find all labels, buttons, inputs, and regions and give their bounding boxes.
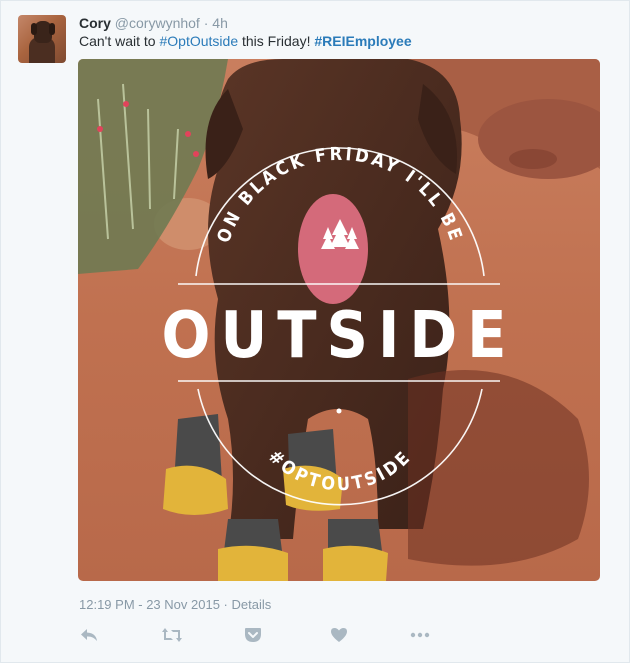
pocket-icon bbox=[245, 628, 261, 642]
avatar-dog-ear bbox=[49, 23, 55, 35]
tweet-photo[interactable]: ON BLACK FRIDAY I'LL BE OUTSIDE #OPTOUTS… bbox=[78, 59, 600, 581]
heart-icon bbox=[331, 628, 347, 642]
more-icon bbox=[410, 632, 430, 638]
tweet-timestamp[interactable]: 4h bbox=[212, 15, 228, 31]
boot bbox=[218, 545, 288, 581]
header-separator: · bbox=[203, 15, 209, 31]
author-fullname[interactable]: Cory bbox=[79, 15, 111, 31]
like-button[interactable] bbox=[329, 625, 353, 649]
badge-dot bbox=[336, 408, 342, 414]
retweet-button[interactable] bbox=[161, 625, 185, 649]
reply-icon bbox=[81, 629, 97, 641]
avatar-dog-ear bbox=[31, 23, 37, 35]
details-link[interactable]: Details bbox=[232, 597, 272, 612]
meta-separator: · bbox=[223, 597, 228, 612]
author-username[interactable]: @corywynhof bbox=[115, 15, 200, 31]
tweet-card[interactable]: Cory @corywynhof · 4h Can't wait to #Opt… bbox=[0, 0, 630, 663]
pocket-button[interactable] bbox=[243, 625, 267, 649]
tweet-header: Cory @corywynhof · 4h bbox=[79, 14, 228, 32]
photo-canvas: ON BLACK FRIDAY I'LL BE OUTSIDE #OPTOUTS… bbox=[78, 59, 600, 581]
retweet-icon bbox=[162, 628, 182, 642]
tweet-datetime[interactable]: 12:19 PM - 23 Nov 2015 bbox=[79, 597, 220, 612]
tweet-text-middle: this Friday! bbox=[238, 33, 315, 49]
more-button[interactable] bbox=[409, 625, 433, 649]
boulder bbox=[509, 149, 557, 169]
overlay-main-text: OUTSIDE bbox=[162, 299, 517, 373]
hashtag-optoutside[interactable]: #OptOutside bbox=[160, 33, 239, 49]
boot bbox=[323, 545, 388, 581]
avatar[interactable] bbox=[18, 15, 66, 63]
reply-button[interactable] bbox=[79, 625, 103, 649]
tweet-text-prefix: Can't wait to bbox=[79, 33, 160, 49]
tweet-actions bbox=[79, 625, 439, 649]
tweet-text: Can't wait to #OptOutside this Friday! #… bbox=[79, 32, 412, 50]
hashtag-reiemployee[interactable]: #REIEmployee bbox=[314, 33, 411, 49]
tweet-meta: 12:19 PM - 23 Nov 2015 · Details bbox=[79, 597, 271, 613]
